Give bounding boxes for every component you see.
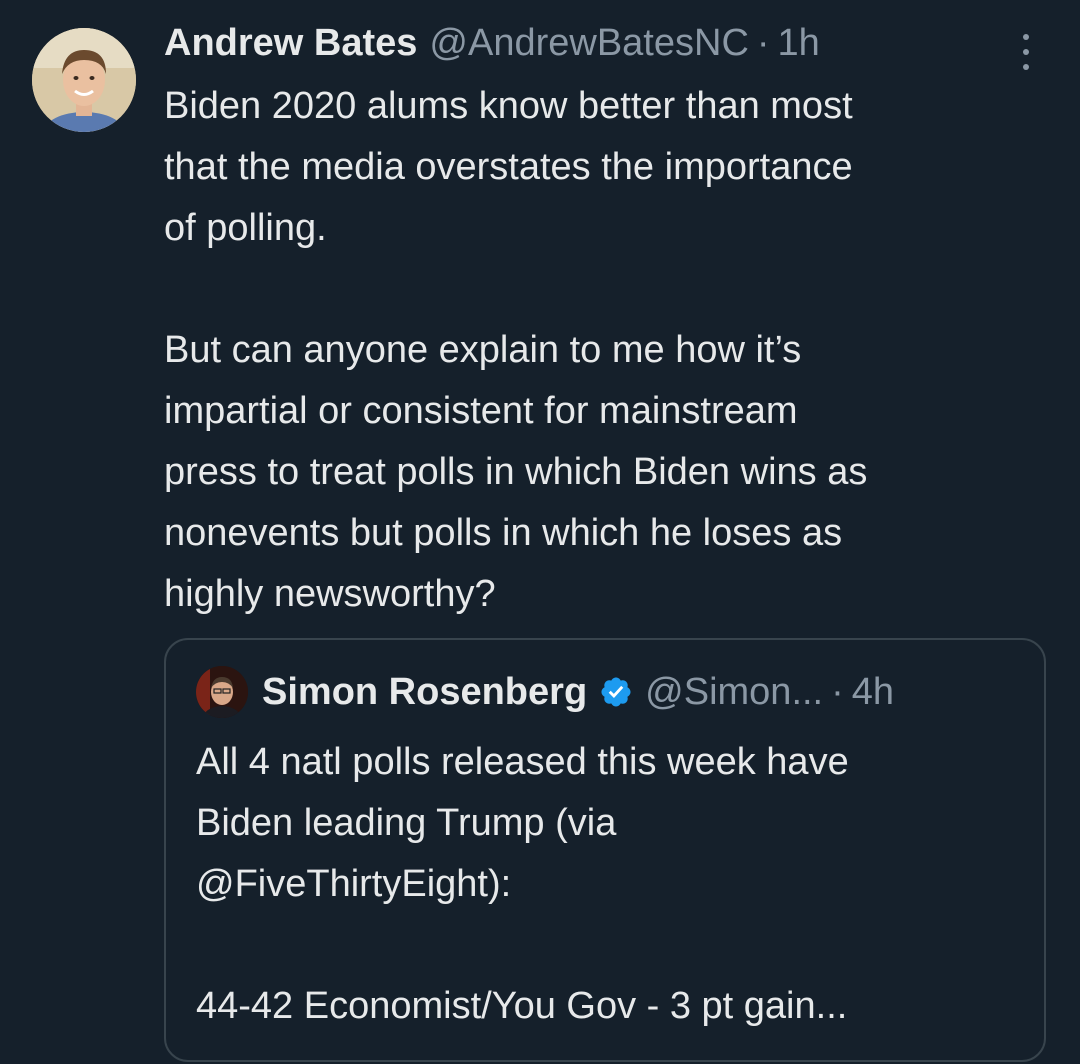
verified-badge-icon (599, 675, 633, 709)
quoted-profile-photo-icon (196, 666, 248, 718)
quoted-author-avatar (196, 666, 248, 718)
tweet[interactable]: Andrew Bates @AndrewBatesNC · 1h Biden 2… (0, 0, 1080, 1064)
quoted-tweet[interactable]: Simon Rosenberg @Simon... · 4h All 4 nat… (164, 638, 1046, 1062)
tweet-text: Biden 2020 alums know better than most t… (164, 85, 868, 615)
quoted-tweet-header: Simon Rosenberg @Simon... · 4h (262, 664, 894, 720)
author-handle[interactable]: @AndrewBatesNC (429, 22, 748, 65)
separator-dot: · (756, 22, 770, 64)
quoted-separator-dot: · (831, 670, 844, 713)
quoted-tweet-timestamp: 4h (851, 670, 895, 713)
quoted-tweet-text: All 4 natl polls released this week have… (196, 741, 849, 1027)
tweet-timestamp[interactable]: 1h (778, 22, 820, 65)
profile-photo-icon (32, 28, 136, 132)
tweet-header: Andrew Bates @AndrewBatesNC · 1h (164, 22, 820, 74)
more-vertical-icon[interactable] (1012, 34, 1040, 70)
quoted-author-handle: @Simon... (645, 670, 824, 713)
quoted-author-display-name: Simon Rosenberg (262, 670, 588, 713)
author-avatar[interactable] (32, 28, 136, 132)
author-display-name[interactable]: Andrew Bates (164, 22, 417, 65)
